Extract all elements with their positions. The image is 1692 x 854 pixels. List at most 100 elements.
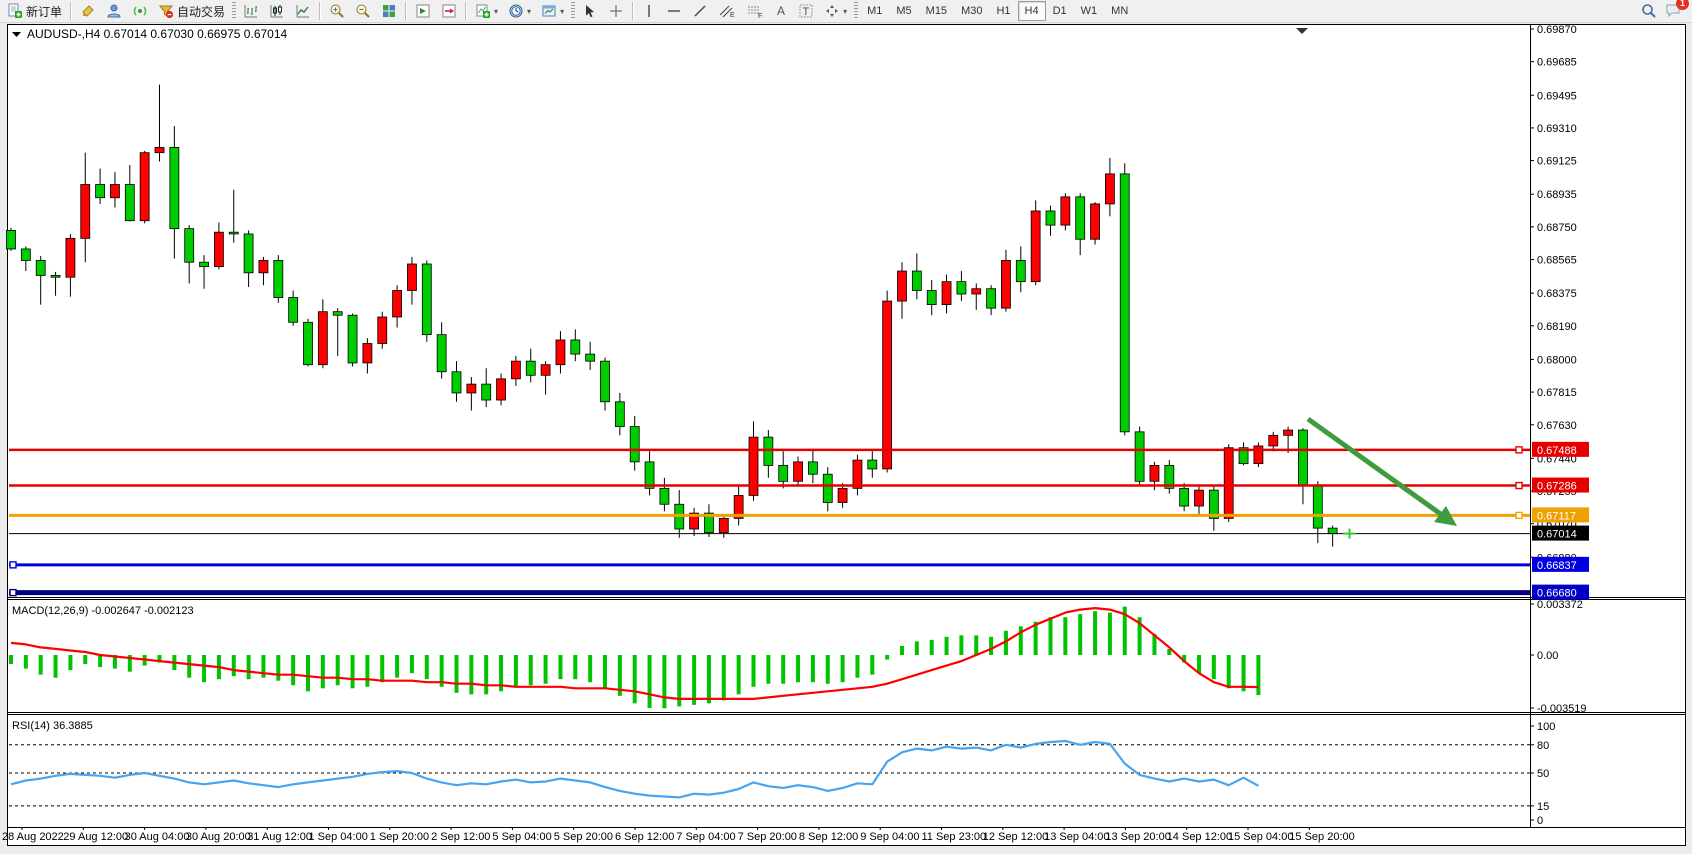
auto-scroll-icon (415, 3, 431, 19)
candle-body (318, 312, 327, 365)
hline-price-label: 0.67014 (1537, 529, 1577, 541)
notifications-button[interactable]: 1 (1665, 2, 1682, 21)
horizontal-line-button[interactable] (661, 0, 687, 22)
hline-price-label: 0.67488 (1537, 445, 1577, 457)
signals-button[interactable] (127, 0, 153, 22)
equidistant-channel-button[interactable]: E (713, 0, 741, 22)
candle-body (853, 460, 862, 488)
time-axis-label: 29 Aug 12:00 (63, 831, 128, 843)
candle-body (21, 249, 30, 260)
arrows-button[interactable]: ▾ (819, 0, 852, 22)
hline-handle[interactable] (1516, 447, 1522, 453)
candle-body (244, 234, 253, 273)
hline-handle[interactable] (10, 590, 16, 596)
candle-body (660, 488, 669, 504)
candle-body (1328, 528, 1337, 533)
time-axis-label: 28 Aug 2022 (2, 831, 64, 843)
candle-body (794, 462, 803, 481)
periods-button[interactable]: ▾ (503, 0, 536, 22)
auto-scroll-button[interactable] (410, 0, 436, 22)
macd-axis-label: 0.003372 (1537, 599, 1583, 611)
bar-chart-icon (243, 3, 259, 19)
chart-shift-button[interactable] (436, 0, 462, 22)
profile-button[interactable] (101, 0, 127, 22)
templates-button[interactable]: ▾ (536, 0, 569, 22)
timeframe-button-D1[interactable]: D1 (1046, 1, 1074, 21)
text-label-button[interactable]: T (793, 0, 819, 22)
price-tick-label: 0.68190 (1537, 321, 1577, 333)
bar-chart-button[interactable] (238, 0, 264, 22)
candlestick-button[interactable] (264, 0, 290, 22)
candle-body (972, 289, 981, 294)
candle-body (1016, 260, 1025, 281)
new-order-button[interactable]: 新订单 (2, 0, 67, 22)
candle-body (393, 290, 402, 317)
fibonacci-button[interactable]: F (741, 0, 769, 22)
toolbar-separator (70, 2, 72, 20)
chart-title: AUDUSD-,H4 0.67014 0.67030 0.66975 0.670… (27, 27, 288, 41)
timeframe-button-M1[interactable]: M1 (860, 1, 889, 21)
price-tick-label: 0.67630 (1537, 420, 1577, 432)
rsi-axis-label: 50 (1537, 768, 1549, 780)
indicators-button[interactable]: ▾ (470, 0, 503, 22)
new-order-icon (7, 3, 23, 19)
vertical-line-button[interactable] (637, 0, 661, 22)
text-button[interactable]: A (769, 0, 793, 22)
styler-button[interactable] (75, 0, 101, 22)
timeframe-button-M5[interactable]: M5 (889, 1, 918, 21)
auto-trading-button[interactable]: 自动交易 (153, 0, 230, 22)
auto-trading-icon (158, 3, 174, 19)
price-tick-label: 0.68565 (1537, 255, 1577, 267)
hline-handle[interactable] (10, 562, 16, 568)
crosshair-button[interactable] (603, 0, 629, 22)
indicators-icon (475, 3, 491, 19)
candle-body (36, 260, 45, 275)
candle-body (333, 312, 342, 316)
tile-windows-icon (381, 3, 397, 19)
zoom-out-button[interactable] (350, 0, 376, 22)
time-axis-label: 13 Sep 04:00 (1044, 831, 1109, 843)
chart-window[interactable]: 0.698700.696850.694950.693100.691250.689… (0, 22, 1692, 849)
timeframe-button-W1[interactable]: W1 (1074, 1, 1105, 21)
chart-canvas[interactable]: 0.698700.696850.694950.693100.691250.689… (0, 22, 1692, 849)
time-axis-label: 30 Aug 20:00 (186, 831, 251, 843)
candle-body (808, 462, 817, 474)
crosshair-icon (608, 3, 624, 19)
svg-text:T: T (803, 6, 810, 18)
timeframe-button-M15[interactable]: M15 (919, 1, 954, 21)
search-icon[interactable] (1641, 3, 1657, 19)
template-icon (541, 3, 557, 19)
candle-body (1195, 490, 1204, 506)
trendline-button[interactable] (687, 0, 713, 22)
toolbar-grip[interactable] (854, 2, 858, 20)
text-label-icon: T (798, 3, 814, 19)
timeframe-button-MN[interactable]: MN (1104, 1, 1135, 21)
price-tick-label: 0.69125 (1537, 156, 1577, 168)
time-axis-label: 8 Sep 12:00 (799, 831, 858, 843)
candle-body (838, 488, 847, 502)
candle-body (927, 290, 936, 304)
timeframe-group: M1M5M15M30H1H4D1W1MN (860, 1, 1135, 21)
notification-badge: 1 (1676, 0, 1689, 10)
tile-windows-button[interactable] (376, 0, 402, 22)
candle-body (868, 460, 877, 469)
timeframe-button-H1[interactable]: H1 (989, 1, 1017, 21)
candle-body (1284, 430, 1293, 435)
toolbar-grip[interactable] (232, 2, 236, 20)
main-toolbar: 新订单 自动交易 ▾ ▾ (0, 0, 1692, 23)
timeframe-button-M30[interactable]: M30 (954, 1, 989, 21)
timeframe-button-H4[interactable]: H4 (1018, 1, 1046, 21)
chart-shift-icon (441, 3, 457, 19)
cursor-button[interactable] (577, 0, 603, 22)
candle-body (170, 147, 179, 228)
price-tick-label: 0.67815 (1537, 387, 1577, 399)
hline-handle[interactable] (1516, 483, 1522, 489)
candle-body (274, 260, 283, 297)
candle-body (7, 230, 16, 249)
fibonacci-icon: F (746, 3, 764, 19)
zoom-out-icon (355, 3, 371, 19)
toolbar-grip[interactable] (571, 2, 575, 20)
hline-handle[interactable] (1516, 512, 1522, 518)
zoom-in-button[interactable] (324, 0, 350, 22)
line-chart-button[interactable] (290, 0, 316, 22)
